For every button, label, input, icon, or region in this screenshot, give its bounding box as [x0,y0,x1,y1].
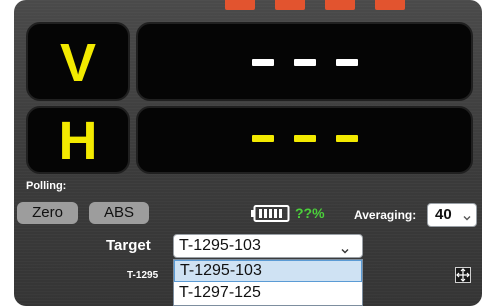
fullscreen-icon[interactable] [455,267,471,283]
v-readout-value [138,59,471,66]
h-axis-label-box: H [26,106,130,174]
target-option[interactable]: T-1297-125 [174,282,362,304]
top-indicator-tab [325,0,355,10]
averaging-label: Averaging: [354,208,417,222]
target-label: Target [106,237,151,254]
v-axis-label: V [59,33,97,93]
h-axis-label: H [58,111,98,171]
polling-label: Polling: [26,180,67,192]
v-dash [335,59,358,66]
averaging-select[interactable]: 40 [427,203,477,227]
target-option[interactable]: T-1295-103 [174,260,362,282]
battery-percent: ??% [295,205,325,221]
target-select[interactable]: T-1295-103 [173,234,363,258]
h-dash [335,135,358,142]
chevron-down-icon [463,209,471,227]
v-readout [136,22,473,101]
target-dropdown-list: T-1295-103 T-1297-125 [173,259,363,306]
top-indicator-tab [375,0,405,10]
v-axis-label-box: V [26,22,130,101]
h-dash [293,135,316,142]
h-dash [251,135,274,142]
abs-button[interactable]: ABS [89,202,149,224]
secondary-target-label: T-1295 [127,270,159,281]
top-indicator-tab [225,0,255,10]
top-indicator-tab [275,0,305,10]
chevron-down-icon [341,242,349,260]
v-dash [251,59,274,66]
zero-button[interactable]: Zero [17,202,78,224]
averaging-value: 40 [435,206,452,223]
battery-icon [251,205,291,227]
h-readout [136,106,473,174]
h-readout-value [138,135,471,142]
v-dash [293,59,316,66]
target-selected-value: T-1295-103 [179,237,261,254]
